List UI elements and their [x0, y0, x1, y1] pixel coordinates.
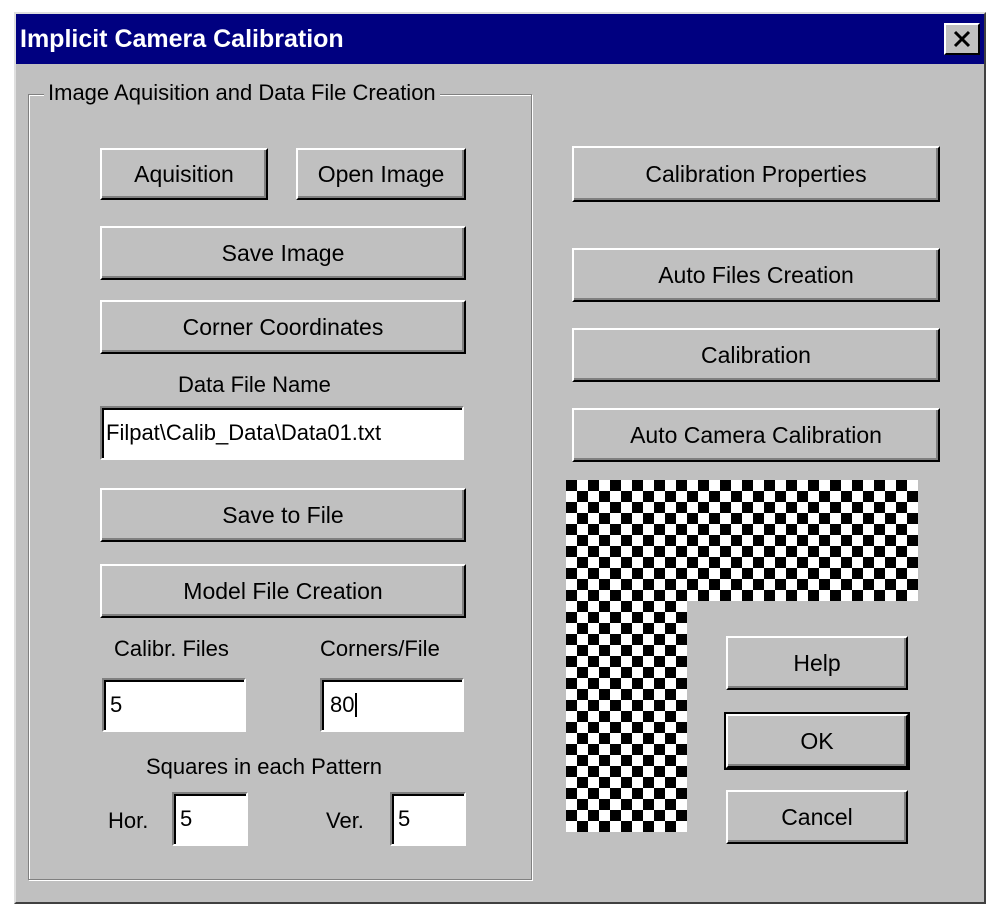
title-bar[interactable]: Implicit Camera Calibration — [16, 14, 984, 64]
auto-files-creation-button[interactable]: Auto Files Creation — [572, 248, 940, 302]
cancel-button[interactable]: Cancel — [726, 790, 908, 844]
corner-coordinates-button[interactable]: Corner Coordinates — [100, 300, 466, 354]
close-icon — [952, 30, 972, 48]
hor-field[interactable]: 5 — [172, 792, 248, 846]
open-image-button[interactable]: Open Image — [296, 148, 466, 200]
close-button[interactable] — [944, 23, 980, 55]
data-file-name-label: Data File Name — [178, 372, 331, 397]
acquisition-group-label: Image Aquisition and Data File Creation — [44, 80, 440, 106]
squares-label: Squares in each Pattern — [146, 754, 383, 779]
ver-field[interactable]: 5 — [390, 792, 466, 846]
calibration-properties-button[interactable]: Calibration Properties — [572, 146, 940, 202]
calibr-files-field[interactable]: 5 — [102, 678, 246, 732]
save-to-file-button[interactable]: Save to File — [100, 488, 466, 542]
ok-button[interactable]: OK — [724, 712, 910, 770]
text-caret — [355, 693, 358, 717]
ver-label: Ver. — [326, 808, 364, 833]
save-image-button[interactable]: Save Image — [100, 226, 466, 280]
aquisition-button[interactable]: Aquisition — [100, 148, 268, 200]
corners-per-file-label: Corners/File — [320, 636, 440, 661]
calibr-files-label: Calibr. Files — [114, 636, 229, 661]
model-file-creation-button[interactable]: Model File Creation — [100, 564, 466, 618]
calibration-button[interactable]: Calibration — [572, 328, 940, 382]
window-title: Implicit Camera Calibration — [20, 25, 344, 53]
data-file-name-field[interactable]: Filpat\Calib_Data\Data01.txt — [100, 406, 464, 460]
help-button[interactable]: Help — [726, 636, 908, 690]
corners-per-file-value: 80 — [330, 692, 355, 717]
hor-label: Hor. — [108, 808, 149, 833]
corners-per-file-field[interactable]: 80 — [320, 678, 464, 732]
auto-camera-calibration-button[interactable]: Auto Camera Calibration — [572, 408, 940, 462]
